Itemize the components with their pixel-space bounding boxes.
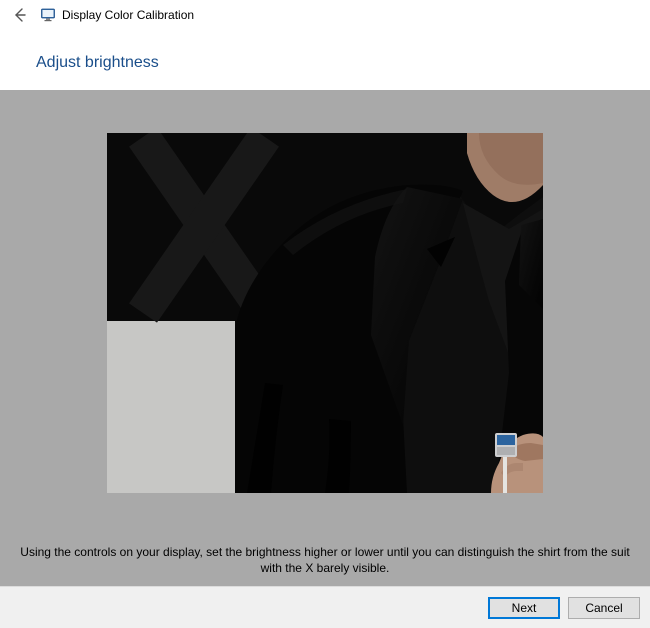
window-title: Display Color Calibration [62, 8, 194, 22]
back-arrow-icon [12, 7, 28, 23]
back-button[interactable] [8, 3, 32, 27]
monitor-icon [40, 7, 56, 23]
page-heading: Adjust brightness [36, 54, 650, 72]
next-button[interactable]: Next [488, 597, 560, 619]
footer: Next Cancel [0, 586, 650, 628]
heading-area: Adjust brightness [0, 30, 650, 90]
brightness-sample-image [107, 133, 543, 493]
instruction-text: Using the controls on your display, set … [0, 536, 650, 586]
cancel-button[interactable]: Cancel [568, 597, 640, 619]
content-area [0, 90, 650, 536]
titlebar: Display Color Calibration [0, 0, 650, 30]
